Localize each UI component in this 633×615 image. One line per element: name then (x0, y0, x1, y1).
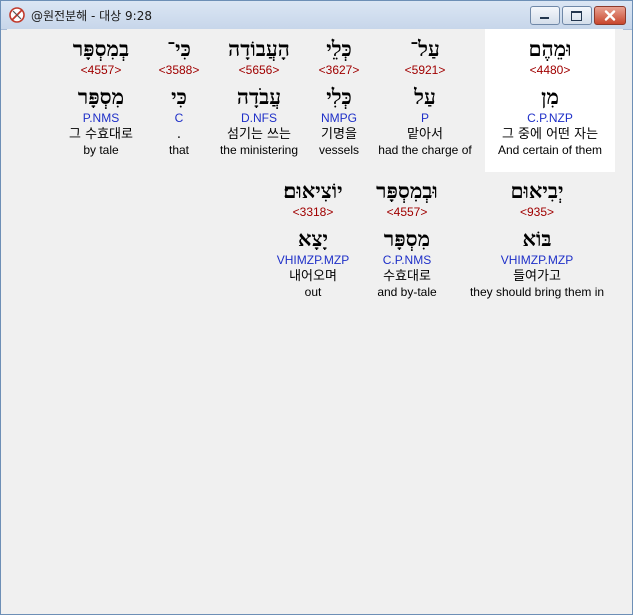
korean-gloss: 그 중에 어떤 자는 (501, 127, 599, 142)
english-gloss: by tale (83, 143, 119, 157)
lemma-word: מִסְפָּר (383, 226, 431, 251)
close-icon (604, 10, 616, 21)
word-block[interactable]: הָעֲבוֹדָה <5656> עֲבֹדָה D.NFS 섬기는 쓰는 t… (213, 36, 305, 158)
english-gloss: vessels (318, 143, 359, 157)
english-gloss: the ministering (219, 143, 299, 157)
strong-number[interactable]: <5656> (213, 63, 305, 77)
english-gloss: they should bring them in (469, 285, 605, 299)
hebrew-word: הָעֲבוֹדָה (228, 36, 290, 61)
close-button[interactable] (594, 6, 626, 25)
lemma-word: מִן (541, 84, 559, 109)
app-window: @원전분해 - 대상 9:28 וּמֵהֶם <4480> מִן C.P.N… (0, 0, 633, 615)
lemma-word: מִסְפָּר (77, 84, 125, 109)
parse-code: P (420, 111, 429, 125)
parse-code: C (174, 111, 184, 125)
parse-code: VHIMZP.MZP (500, 253, 574, 267)
word-block[interactable]: בְמִסְפָּר <4557> מִסְפָּר P.NMS 그 수효대로 … (57, 36, 145, 158)
word-block[interactable]: וּמֵהֶם <4480> מִן C.P.NZP 그 중에 어떤 자는 An… (487, 36, 613, 158)
english-gloss: out (304, 285, 322, 299)
maximize-button[interactable] (562, 6, 592, 25)
korean-gloss: 들여가고 (513, 269, 561, 284)
strong-number[interactable]: <935> (457, 205, 617, 219)
word-block[interactable]: עַל־ <5921> עַל P 맡아서 had the charge of (373, 36, 477, 158)
hebrew-word: עַל־ (410, 36, 440, 61)
hebrew-word: כְּלֵי (326, 36, 352, 61)
parse-code: P.NMS (82, 111, 120, 125)
lemma-word: כִּי (171, 84, 187, 109)
hebrew-word: כִּי־ (167, 36, 191, 61)
hebrew-word: וּמֵהֶם (528, 36, 572, 61)
parse-code: D.NFS (241, 111, 277, 125)
hebrew-word: בְמִסְפָּר (72, 36, 130, 61)
korean-gloss: 내어오며 (289, 269, 337, 284)
lemma-word: עֲבֹדָה (236, 84, 282, 109)
english-gloss: had the charge of (378, 143, 472, 157)
word-block[interactable]: וּבְמִסְפָּר <4557> מִסְפָּר C.P.NMS 수효대… (365, 178, 449, 300)
word-block[interactable]: כִּי־ <3588> כִּי C . that (153, 36, 205, 158)
parse-code: C.P.NMS (382, 253, 432, 267)
lemma-word: עַל (414, 84, 436, 109)
hebrew-word: יְבִיאוּם (510, 178, 564, 203)
word-block[interactable]: כְּלֵי <3627> כְּלִי NMPG 기명을 vessels (309, 36, 369, 158)
word-block[interactable]: יְבִיאוּם <935> בּוֹא VHIMZP.MZP 들여가고 th… (457, 178, 617, 300)
minimize-icon (540, 17, 549, 19)
english-gloss: that (168, 143, 189, 157)
english-gloss: And certain of them (497, 143, 603, 157)
strong-number[interactable]: <4557> (57, 63, 145, 77)
strong-number[interactable]: <3627> (309, 63, 369, 77)
korean-gloss: 섬기는 쓰는 (227, 127, 291, 142)
lemma-word: יָצָא (298, 226, 328, 251)
title-bar[interactable]: @원전분해 - 대상 9:28 (1, 1, 632, 30)
window-title: @원전분해 - 대상 9:28 (31, 9, 152, 23)
english-gloss: and by-tale (377, 285, 437, 299)
strong-number[interactable]: <3588> (153, 63, 205, 77)
korean-gloss: 그 수효대로 (69, 127, 133, 142)
parse-code: VHIMZP.MZP (276, 253, 350, 267)
parse-code: C.P.NZP (527, 111, 573, 125)
korean-gloss: 기명을 (321, 127, 357, 142)
korean-gloss: 수효대로 (383, 269, 431, 284)
lemma-word: בּוֹא (522, 226, 552, 251)
strong-number[interactable]: <5921> (373, 63, 477, 77)
app-logo-icon (9, 7, 25, 23)
hebrew-word: יוֹצִיאוּם׃ (283, 178, 343, 203)
strong-number[interactable]: <3318> (267, 205, 359, 219)
strong-number[interactable]: <4480> (487, 63, 613, 77)
word-block[interactable]: יוֹצִיאוּם׃ <3318> יָצָא VHIMZP.MZP 내어오며… (267, 178, 359, 300)
hebrew-word: וּבְמִסְפָּר (376, 178, 438, 203)
strong-number[interactable]: <4557> (365, 205, 449, 219)
korean-gloss: . (176, 127, 182, 142)
maximize-icon (571, 11, 582, 21)
interlinear-panel: וּמֵהֶם <4480> מִן C.P.NZP 그 중에 어떤 자는 An… (7, 29, 623, 609)
minimize-button[interactable] (530, 6, 560, 25)
lemma-word: כְּלִי (326, 84, 352, 109)
korean-gloss: 맡아서 (407, 127, 443, 142)
parse-code: NMPG (321, 111, 357, 125)
